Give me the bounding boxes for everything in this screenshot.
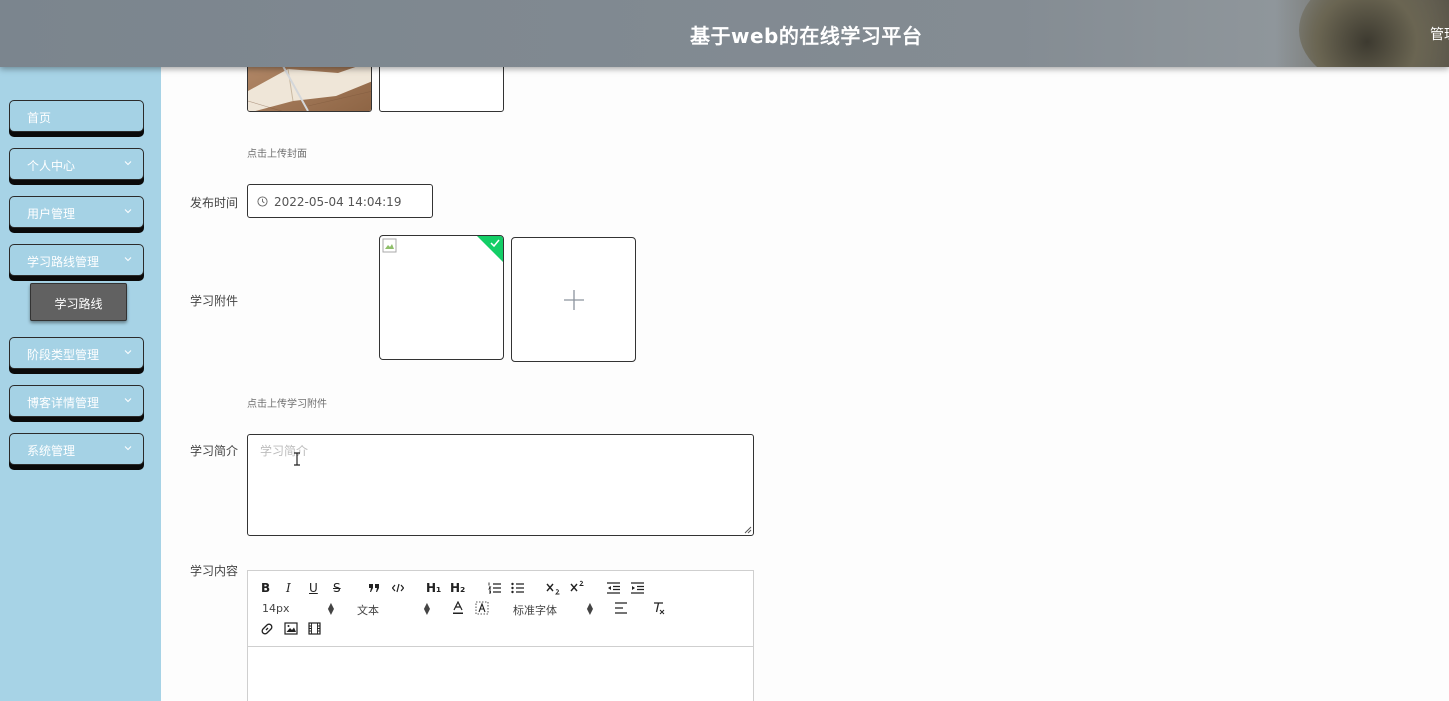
sidebar-item-users[interactable]: 用户管理	[9, 196, 144, 228]
font-size-select[interactable]: 14px ▲ ▼	[262, 602, 334, 616]
video-icon[interactable]	[308, 622, 321, 635]
code-block-icon[interactable]	[392, 583, 404, 593]
select-arrows-icon: ▲ ▼	[327, 601, 334, 616]
sidebar-subitem-label: 学习路线	[54, 297, 103, 311]
cover-upload-hint: 点击上传封面	[247, 149, 307, 160]
sidebar-item-blogs[interactable]: 博客详情管理	[9, 385, 144, 417]
align-left-icon[interactable]	[615, 602, 628, 614]
sidebar-item-stage-types[interactable]: 阶段类型管理	[9, 337, 144, 369]
chevron-down-icon	[124, 398, 132, 403]
header-decoration	[1299, 0, 1449, 67]
sidebar-item-label: 用户管理	[27, 207, 76, 221]
bullet-list-icon[interactable]	[511, 582, 524, 594]
select-arrows-icon: ▲ ▼	[586, 601, 593, 616]
header-format-select[interactable]: 文本 ▲ ▼	[357, 601, 430, 618]
superscript-icon[interactable]	[570, 580, 585, 593]
app-header: 基于web的在线学习平台 管理	[0, 0, 1449, 67]
clear-format-icon[interactable]	[652, 601, 666, 615]
plus-icon	[564, 290, 584, 310]
upload-success-icon	[477, 236, 503, 262]
sidebar: 首页 个人中心 用户管理 学习路线管理 学习路线 阶段类型管理 博客详情管理 系…	[0, 67, 161, 701]
user-menu[interactable]: 管理	[1430, 24, 1449, 44]
select-arrows-icon: ▲ ▼	[423, 601, 430, 616]
sidebar-item-label: 博客详情管理	[27, 396, 100, 410]
background-color-icon[interactable]	[475, 601, 489, 615]
quote-icon[interactable]	[368, 582, 380, 594]
font-family-select[interactable]: 标准字体 ▲ ▼	[513, 601, 593, 618]
broken-image-icon	[382, 238, 397, 253]
sidebar-item-profile[interactable]: 个人中心	[9, 148, 144, 180]
image-icon[interactable]	[284, 622, 298, 635]
italic-button[interactable]: I	[286, 581, 291, 595]
publish-time-label: 发布时间	[190, 196, 239, 210]
intro-textarea[interactable]: 学习简介	[247, 434, 754, 536]
chevron-down-icon	[124, 209, 132, 214]
ordered-list-icon[interactable]	[488, 582, 501, 594]
clock-icon	[257, 196, 268, 207]
sidebar-item-label: 个人中心	[27, 159, 76, 173]
text-cursor-icon	[294, 452, 300, 466]
intro-label: 学习简介	[190, 444, 239, 458]
link-icon[interactable]	[260, 622, 274, 636]
text-color-icon[interactable]	[452, 601, 464, 615]
sidebar-item-label: 系统管理	[27, 444, 76, 458]
underline-button[interactable]: U	[309, 581, 318, 595]
bold-button[interactable]: B	[261, 581, 270, 595]
outdent-icon[interactable]	[607, 582, 620, 594]
publish-time-input[interactable]: 2022-05-04 14:04:19	[247, 184, 433, 218]
indent-icon[interactable]	[631, 582, 644, 594]
resize-handle-icon[interactable]	[744, 526, 752, 534]
sidebar-item-label: 首页	[27, 111, 52, 125]
subscript-icon[interactable]	[546, 582, 561, 595]
strike-button[interactable]: S	[333, 581, 341, 595]
heading1-button[interactable]: H₁	[426, 581, 441, 595]
attachment-upload-hint: 点击上传学习附件	[247, 399, 327, 410]
chevron-down-icon	[124, 257, 132, 262]
header-format-value: 文本	[357, 604, 379, 617]
sidebar-item-system[interactable]: 系统管理	[9, 433, 144, 465]
chevron-down-icon	[124, 161, 132, 166]
sidebar-subitem-route[interactable]: 学习路线	[30, 283, 127, 321]
chevron-down-icon	[124, 446, 132, 451]
publish-time-value: 2022-05-04 14:04:19	[274, 195, 402, 209]
sidebar-item-label: 学习路线管理	[27, 255, 100, 269]
sidebar-item-home[interactable]: 首页	[9, 100, 144, 132]
chevron-down-icon	[124, 350, 132, 355]
attachment-add-button[interactable]	[511, 237, 636, 362]
content-label: 学习内容	[190, 564, 239, 578]
content-rich-editor[interactable]: B I U S H₁ H₂ 14px ▲ ▼ 文本 ▲ ▼ 标准字体 ▲ ▼	[247, 570, 754, 701]
heading2-button[interactable]: H₂	[450, 581, 465, 595]
app-title: 基于web的在线学习平台	[690, 24, 923, 48]
attachment-label: 学习附件	[190, 294, 239, 308]
attachment-uploaded-file[interactable]	[379, 235, 504, 360]
font-family-value: 标准字体	[513, 604, 557, 617]
font-size-value: 14px	[262, 602, 290, 615]
sidebar-item-routes[interactable]: 学习路线管理	[9, 244, 144, 276]
editor-toolbar: B I U S H₁ H₂ 14px ▲ ▼ 文本 ▲ ▼ 标准字体 ▲ ▼	[248, 571, 753, 647]
sidebar-item-label: 阶段类型管理	[27, 348, 100, 362]
